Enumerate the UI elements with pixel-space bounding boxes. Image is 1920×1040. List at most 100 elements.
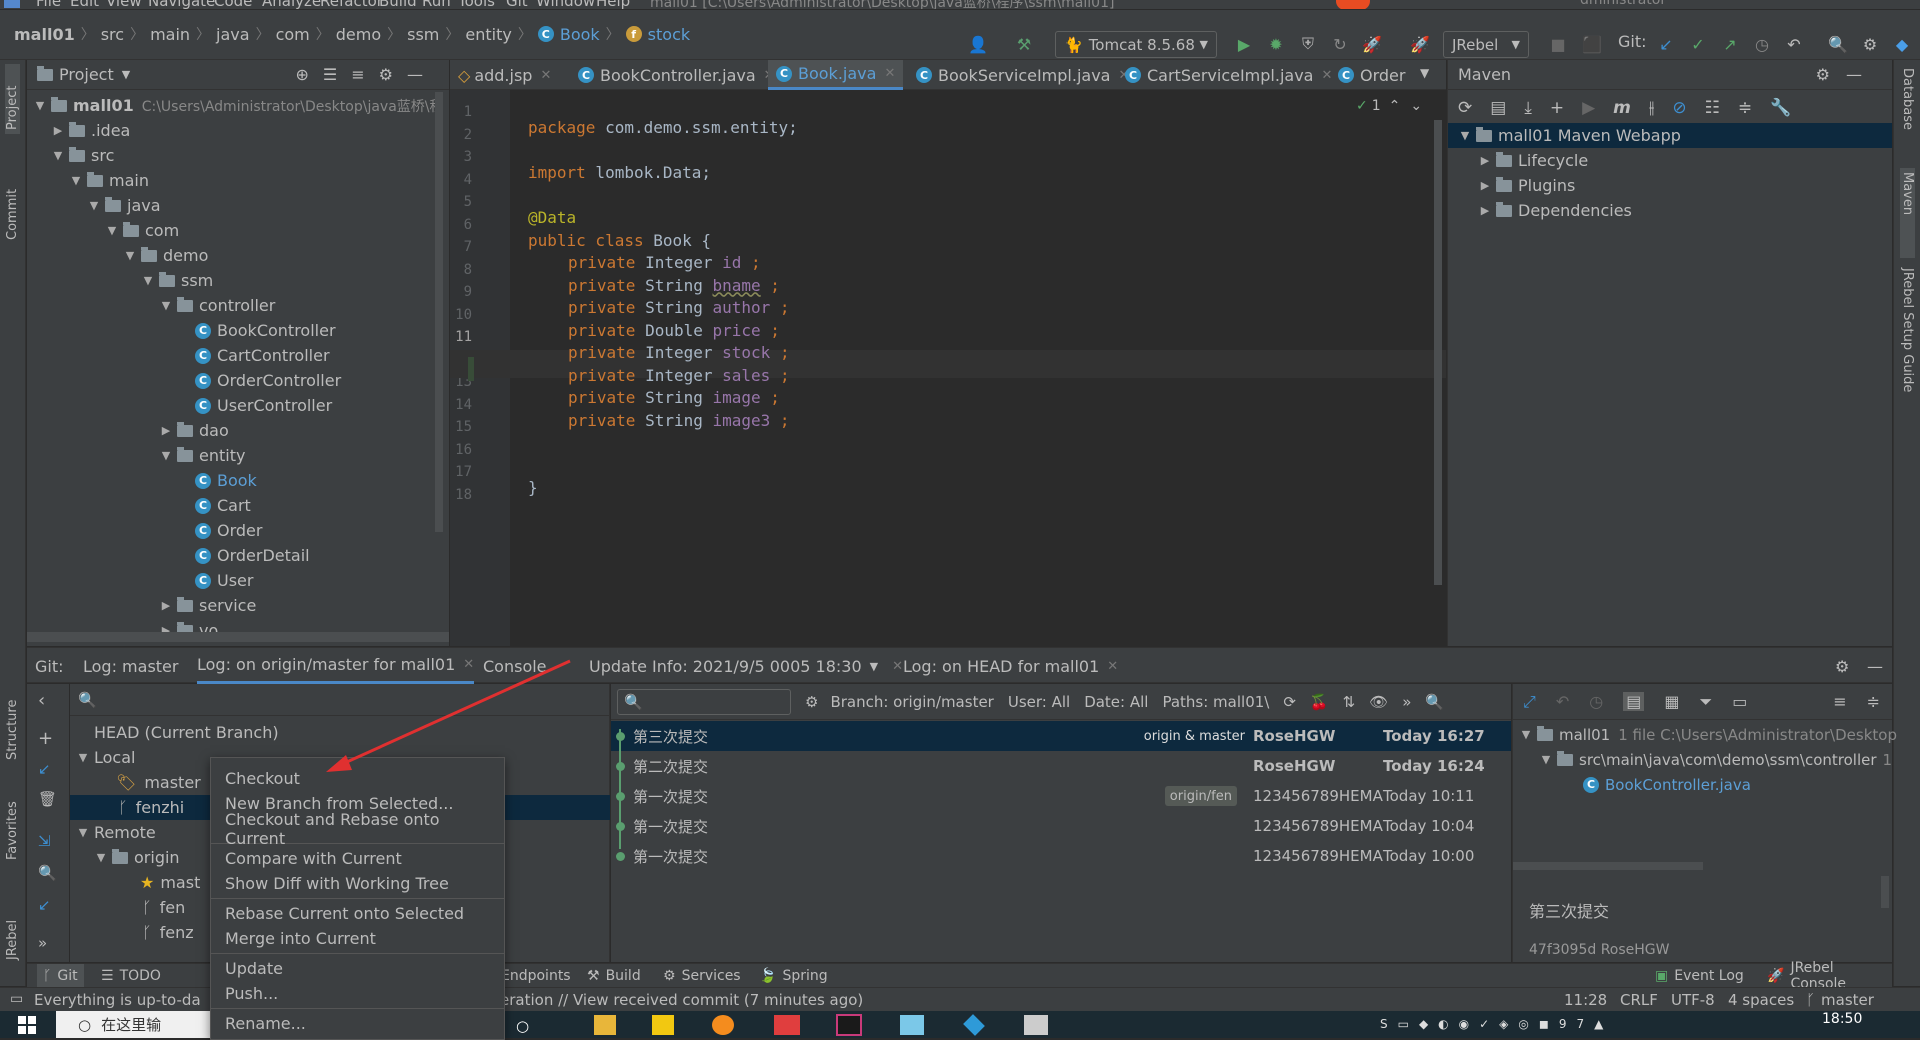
menu-item-push[interactable]: Push... bbox=[211, 981, 504, 1006]
app-icon[interactable] bbox=[963, 1014, 985, 1036]
maven-header-actions[interactable]: ⚙— bbox=[1816, 65, 1878, 84]
favorites-tool-button[interactable]: Favorites bbox=[5, 780, 20, 860]
code-line[interactable]: import lombok.Data; bbox=[528, 163, 711, 182]
tree-folder-node[interactable]: ▶ .idea bbox=[51, 118, 131, 143]
windows-start-icon[interactable] bbox=[18, 1016, 36, 1034]
close-icon[interactable]: ✕ bbox=[892, 659, 903, 674]
sort-icon[interactable]: ⇅ bbox=[1343, 693, 1356, 711]
breadcrumb-item[interactable]: demo bbox=[336, 25, 381, 44]
menu-item-rename[interactable]: Rename... bbox=[211, 1011, 504, 1036]
changes-path[interactable]: ▼ src\main\java\com\demo\ssm\controller 1 bbox=[1539, 747, 1892, 772]
project-tool-button[interactable]: Project bbox=[5, 64, 20, 134]
local-branches-node[interactable]: ▼ Local bbox=[76, 745, 136, 770]
code-line[interactable]: private Integer id ; bbox=[568, 253, 761, 272]
jrebel-select[interactable]: JRebel ▼ bbox=[1443, 31, 1529, 58]
code-line[interactable]: private Integer sales ; bbox=[568, 366, 790, 385]
origin-node[interactable]: ▼ origin bbox=[94, 845, 180, 870]
structure-tool-button[interactable]: Structure bbox=[5, 680, 20, 760]
menu-view[interactable]: View bbox=[106, 0, 142, 9]
tab-log-head[interactable]: Log: on HEAD for mall01 ✕ bbox=[903, 648, 1118, 684]
branch-filter[interactable]: Branch: origin/master bbox=[830, 693, 993, 711]
debug-icon[interactable]: ✹ bbox=[1264, 32, 1288, 56]
vertical-scrollbar[interactable] bbox=[435, 92, 443, 532]
tab-book-java[interactable]: C Book.java ✕ bbox=[768, 60, 904, 90]
breadcrumb-item[interactable]: mall01 bbox=[14, 25, 75, 44]
git-commit-icon[interactable]: ✓ bbox=[1686, 32, 1710, 56]
breadcrumb-item[interactable]: stock bbox=[648, 25, 690, 44]
cherry-pick-icon[interactable]: 🍒 bbox=[1310, 693, 1329, 711]
profile-icon[interactable]: ↻ bbox=[1328, 32, 1352, 56]
more-icon[interactable]: » bbox=[1402, 693, 1411, 711]
maven-project-node[interactable]: ▼ mall01 Maven Webapp bbox=[1448, 123, 1892, 148]
maven-lifecycle[interactable]: ▶ Lifecycle bbox=[1478, 148, 1588, 173]
project-panel-title[interactable]: Project bbox=[59, 65, 114, 84]
group-by-directory-icon[interactable]: ▤ bbox=[1623, 692, 1645, 711]
run-icon[interactable]: ▶ bbox=[1232, 32, 1256, 56]
code-line[interactable]: private String image ; bbox=[568, 388, 780, 407]
code-line[interactable]: private Double price ; bbox=[568, 321, 780, 340]
search-icon[interactable]: 🔍 bbox=[1826, 32, 1850, 56]
tree-folder-node[interactable]: ▼ main bbox=[69, 168, 149, 193]
search-icon[interactable]: 🔍 bbox=[1425, 693, 1444, 711]
details-scrollbar[interactable] bbox=[1513, 862, 1703, 870]
indent-setting[interactable]: 4 spaces bbox=[1728, 991, 1794, 1009]
code-line[interactable]: @Data bbox=[528, 208, 576, 227]
tree-folder-node[interactable]: ▼ java bbox=[87, 193, 161, 218]
menu-run[interactable]: Run bbox=[422, 0, 451, 9]
tree-folder-node[interactable]: ▼ controller bbox=[159, 293, 276, 318]
chevron-up-icon[interactable]: ⌃ bbox=[1389, 98, 1401, 114]
date-filter[interactable]: Date: All bbox=[1084, 693, 1148, 711]
tray-icons[interactable]: S▭◆◐◉✓◈◎◼97▲ bbox=[1380, 1017, 1620, 1033]
changes-root[interactable]: ▼ mall01 1 file C:\Users\Administrator\Des… bbox=[1519, 722, 1897, 747]
toggle-offline-icon[interactable]: ⫲ bbox=[1649, 98, 1655, 118]
project-panel-actions[interactable]: ⊕☰≡⚙— bbox=[296, 65, 438, 84]
details-vscrollbar[interactable] bbox=[1881, 876, 1889, 908]
chevron-down-icon[interactable]: ▼ bbox=[870, 660, 878, 673]
delete-icon[interactable]: 🗑 bbox=[38, 790, 57, 808]
jrebel-debug-icon[interactable]: 🚀 bbox=[1408, 32, 1432, 56]
tree-folder-node[interactable]: ▼ ssm bbox=[141, 268, 214, 293]
menu-build[interactable]: Build bbox=[379, 0, 417, 9]
menu-item-checkout-rebase[interactable]: Checkout and Rebase onto Current bbox=[211, 810, 504, 848]
app-icon[interactable] bbox=[652, 1015, 674, 1035]
breadcrumb-item[interactable]: com bbox=[276, 25, 310, 44]
code-line[interactable]: private String author ; bbox=[568, 298, 790, 317]
tree-class-node[interactable]: C User bbox=[177, 568, 253, 593]
tab-add-jsp[interactable]: ◇ add.jsp ✕ bbox=[450, 60, 559, 90]
menu-code[interactable]: Code bbox=[214, 0, 252, 9]
update-icon[interactable]: ↙ bbox=[38, 896, 51, 914]
close-icon[interactable]: ✕ bbox=[463, 657, 474, 672]
coverage-icon[interactable]: ⛨ bbox=[1296, 32, 1320, 56]
plus-icon[interactable]: + bbox=[1550, 98, 1564, 118]
chevron-left-icon[interactable]: ‹ bbox=[38, 690, 45, 711]
status-branch[interactable]: ᚴ master bbox=[1806, 991, 1874, 1009]
menu-item-merge[interactable]: Merge into Current bbox=[211, 926, 504, 951]
line-separator[interactable]: CRLF bbox=[1620, 991, 1658, 1009]
breadcrumb-item[interactable]: ssm bbox=[407, 25, 439, 44]
git-tool-window[interactable]: ᚴ Git bbox=[37, 964, 84, 988]
code-line[interactable]: public class Book { bbox=[528, 231, 711, 250]
commit-row[interactable]: 第一次提交 origin/fen 123456789HEMA Today 10:11 bbox=[611, 781, 1511, 811]
tab-update-info[interactable]: Update Info: 2021/9/5 0005 18:30 ▼ ✕ bbox=[589, 648, 903, 684]
menu-help[interactable]: Help bbox=[596, 0, 630, 9]
editor-scrollbar[interactable] bbox=[1434, 120, 1442, 585]
tab-bookserviceimpl[interactable]: C BookServiceImpl.java ✕ bbox=[908, 60, 1137, 90]
breadcrumb-item[interactable]: java bbox=[216, 25, 250, 44]
menu-item-checkout[interactable]: Checkout bbox=[211, 766, 504, 791]
endpoints-tool-window[interactable]: Endpoints bbox=[501, 964, 571, 988]
git-update-icon[interactable]: ↙ bbox=[1654, 32, 1678, 56]
eye-icon[interactable]: 👁 bbox=[1369, 693, 1388, 711]
changed-file[interactable]: C BookController.java bbox=[1583, 772, 1751, 797]
remote-branch-fenzhi[interactable]: ᚴ fenz bbox=[142, 920, 194, 945]
search-icon[interactable]: 🔍 bbox=[38, 864, 57, 882]
app-icon[interactable] bbox=[900, 1015, 924, 1035]
tree-class-node[interactable]: C UserController bbox=[177, 393, 332, 418]
tree-folder-node[interactable]: ▼ demo bbox=[123, 243, 209, 268]
menu-item-update[interactable]: Update bbox=[211, 956, 504, 981]
build-hammer-icon[interactable]: ⚒ bbox=[1012, 32, 1036, 56]
dictionary-icon[interactable] bbox=[774, 1015, 800, 1035]
chevron-down-icon[interactable]: ⌄ bbox=[1410, 98, 1422, 114]
build-tool-window[interactable]: ⚒ Build bbox=[587, 964, 641, 988]
menu-item-rebase[interactable]: Rebase Current onto Selected bbox=[211, 901, 504, 926]
todo-tool-window[interactable]: ☰ TODO bbox=[101, 964, 161, 988]
